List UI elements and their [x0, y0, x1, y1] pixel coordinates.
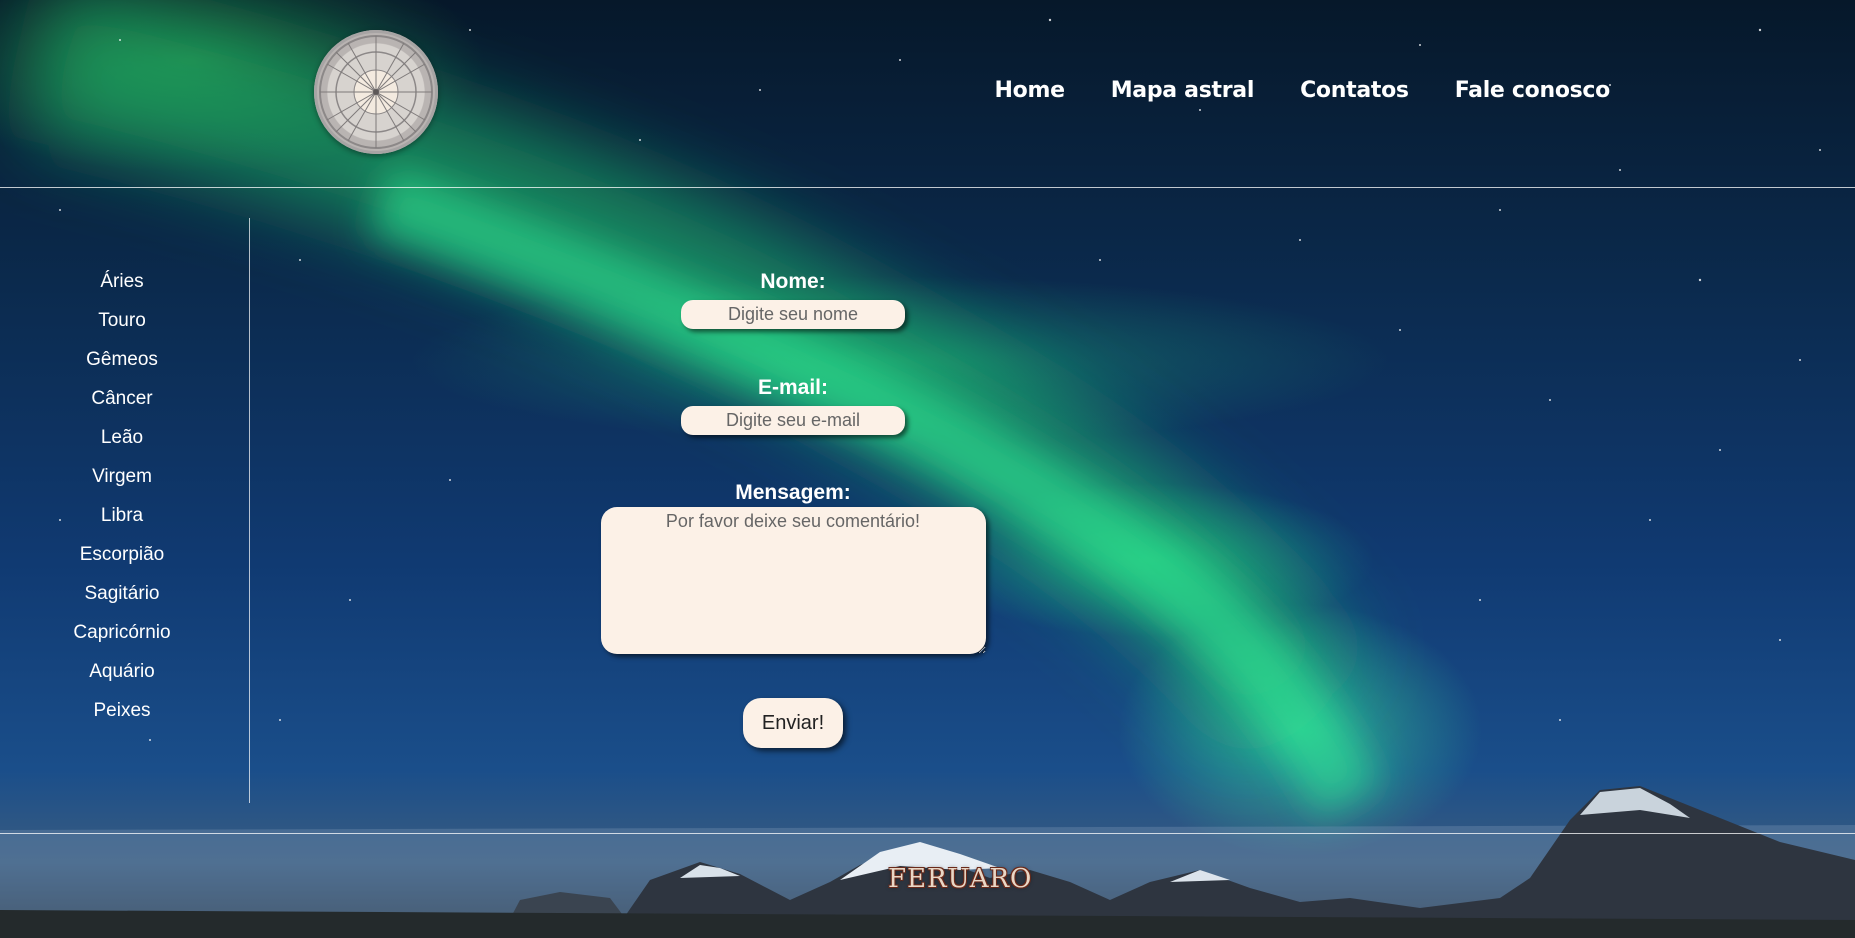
zodiac-wheel-icon[interactable]: [314, 30, 438, 154]
sidebar-item-virgem[interactable]: Virgem: [0, 463, 244, 502]
name-label: Nome:: [760, 270, 826, 293]
sidebar-item-libra[interactable]: Libra: [0, 502, 244, 541]
header-divider: [0, 187, 1855, 188]
name-input[interactable]: [681, 300, 905, 329]
footer-divider: [0, 833, 1855, 834]
sidebar-item-escorpiao[interactable]: Escorpião: [0, 541, 244, 580]
sidebar-divider: [249, 218, 250, 803]
footer-brand-logo: FERUARO: [888, 864, 1033, 894]
sidebar-item-sagitario[interactable]: Sagitário: [0, 580, 244, 619]
sidebar-item-gemeos[interactable]: Gêmeos: [0, 346, 244, 385]
nav-home[interactable]: Home: [995, 78, 1065, 103]
sidebar-zodiac-signs: Áries Touro Gêmeos Câncer Leão Virgem Li…: [0, 268, 244, 736]
message-label: Mensagem:: [735, 481, 851, 504]
sidebar-item-aries[interactable]: Áries: [0, 268, 244, 307]
nav-mapa-astral[interactable]: Mapa astral: [1111, 78, 1255, 103]
nav-fale-conosco[interactable]: Fale conosco: [1455, 78, 1611, 103]
message-textarea[interactable]: [600, 507, 986, 654]
sidebar-item-aquario[interactable]: Aquário: [0, 658, 244, 697]
nav-contatos[interactable]: Contatos: [1300, 78, 1409, 103]
sidebar-item-touro[interactable]: Touro: [0, 307, 244, 346]
sidebar-item-leao[interactable]: Leão: [0, 424, 244, 463]
sidebar-item-cancer[interactable]: Câncer: [0, 385, 244, 424]
sidebar-item-peixes[interactable]: Peixes: [0, 697, 244, 736]
mountain-range: [0, 786, 1855, 938]
submit-button[interactable]: Enviar!: [743, 698, 843, 748]
email-label: E-mail:: [757, 376, 828, 399]
main-nav: Home Mapa astral Contatos Fale conosco: [995, 78, 1611, 103]
email-input[interactable]: [681, 406, 905, 435]
contact-form: Nome: E-mail: Mensagem: Enviar!: [560, 270, 1026, 748]
zodiac-wheel-graphic: [319, 35, 433, 149]
sidebar-item-capricornio[interactable]: Capricórnio: [0, 619, 244, 658]
